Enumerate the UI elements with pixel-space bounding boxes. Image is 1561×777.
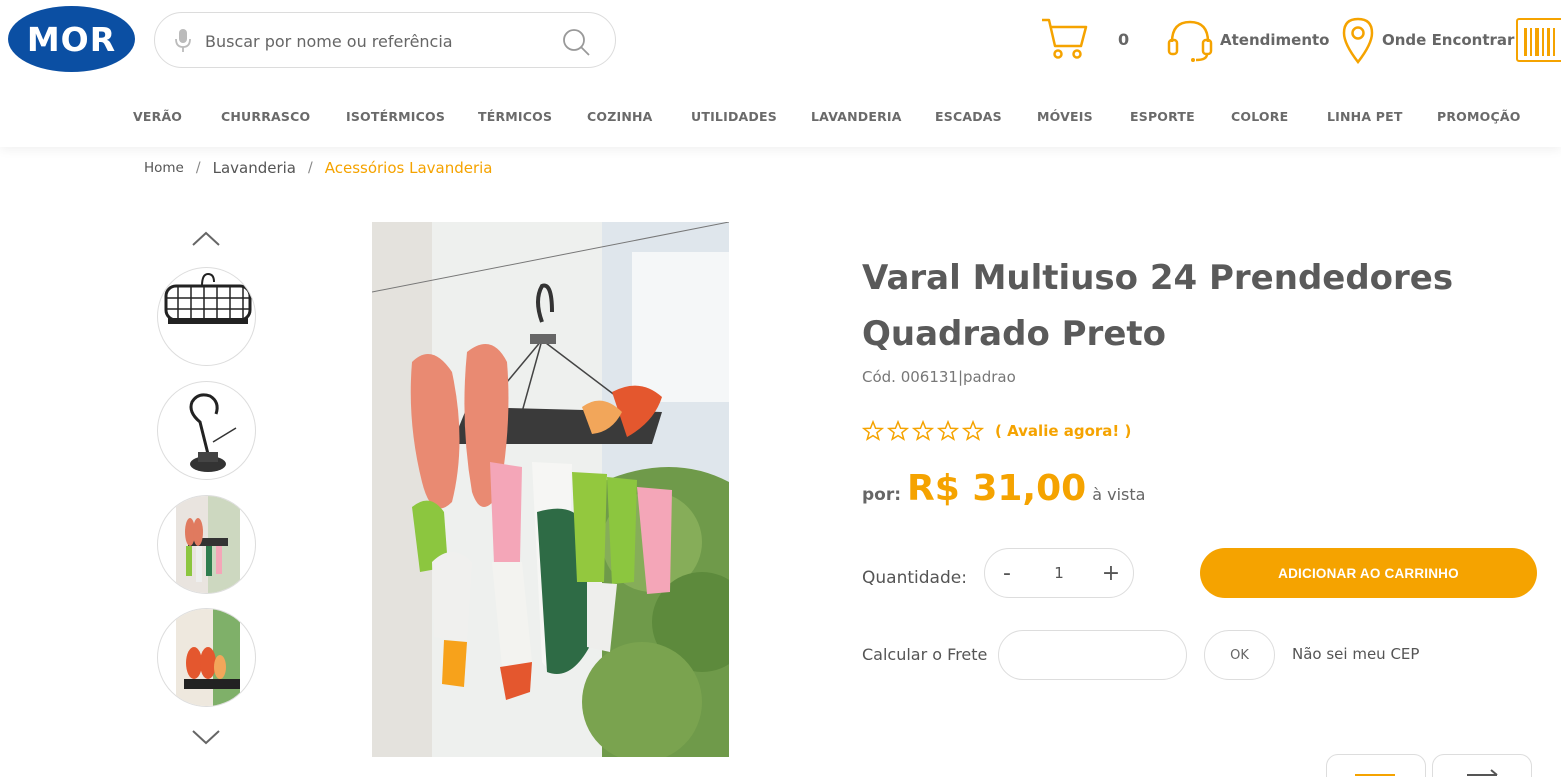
product-title: Varal Multiuso 24 Prendedores Quadrado P… xyxy=(862,258,1454,354)
breadcrumb-separator: / xyxy=(195,160,201,176)
breadcrumb-current: Acessórios Lavanderia xyxy=(324,159,493,177)
nav-promocao[interactable]: PROMOÇÃO xyxy=(1437,109,1521,124)
mor-logo[interactable]: MOR xyxy=(8,6,135,72)
nav-utilidades[interactable]: UTILIDADES xyxy=(691,109,777,124)
nav-linha-pet[interactable]: LINHA PET xyxy=(1327,109,1403,124)
nav-verao[interactable]: VERÃO xyxy=(133,109,182,124)
product-main-image[interactable] xyxy=(372,222,729,757)
star-icon[interactable] xyxy=(937,420,959,442)
breadcrumb-home[interactable]: Home xyxy=(144,160,184,176)
rating-stars: ( Avalie agora! ) xyxy=(862,420,1131,442)
main-nav: VERÃO CHURRASCO ISOTÉRMICOS TÉRMICOS COZ… xyxy=(112,100,1542,134)
chevron-down-icon[interactable] xyxy=(190,727,222,747)
price-row: por: R$ 31,00 à vista xyxy=(862,468,1145,509)
compare-button[interactable] xyxy=(1432,754,1532,777)
frete-label: Calcular o Frete xyxy=(862,645,988,664)
nav-churrasco[interactable]: CHURRASCO xyxy=(221,109,310,124)
nav-isotermicos[interactable]: ISOTÉRMICOS xyxy=(346,109,445,124)
nav-cozinha[interactable]: COZINHA xyxy=(587,109,653,124)
quantity-stepper: - 1 + xyxy=(984,548,1134,598)
nav-termicos[interactable]: TÉRMICOS xyxy=(478,109,552,124)
nav-esporte[interactable]: ESPORTE xyxy=(1130,109,1195,124)
avalie-agora-link[interactable]: ( Avalie agora! ) xyxy=(995,422,1131,440)
site-header: MOR 0 Atendimento xyxy=(0,0,1561,147)
nao-sei-cep-link[interactable]: Não sei meu CEP xyxy=(1292,645,1419,663)
logo-text: MOR xyxy=(26,19,117,59)
price-suffix: à vista xyxy=(1092,485,1146,504)
cart-button[interactable]: 0 xyxy=(1040,14,1129,64)
thumbnail-3[interactable] xyxy=(157,495,256,594)
quantity-value[interactable]: 1 xyxy=(1054,564,1064,582)
product-code: Cód. 006131|padrao xyxy=(862,368,1016,386)
cep-ok-button[interactable]: OK xyxy=(1204,630,1275,680)
quantity-increase-button[interactable]: + xyxy=(1101,561,1121,586)
cart-count: 0 xyxy=(1118,29,1130,49)
search-icon[interactable] xyxy=(561,27,591,57)
cart-icon xyxy=(1042,18,1088,59)
nav-moveis[interactable]: MÓVEIS xyxy=(1037,109,1093,124)
favorite-button[interactable] xyxy=(1326,754,1426,777)
barcode-icon[interactable] xyxy=(1516,18,1561,62)
thumbnail-4[interactable] xyxy=(157,608,256,707)
quantity-decrease-button[interactable]: - xyxy=(997,561,1017,586)
thumbnail-2[interactable] xyxy=(157,381,256,480)
breadcrumb-separator: / xyxy=(308,160,313,176)
star-icon[interactable] xyxy=(962,420,984,442)
star-icon[interactable] xyxy=(862,420,884,442)
thumbnail-1[interactable] xyxy=(157,267,256,366)
chevron-up-icon[interactable] xyxy=(190,228,222,248)
headset-icon xyxy=(1167,20,1213,62)
onde-encontrar-link[interactable]: Onde Encontrar xyxy=(1340,16,1514,64)
quantity-label: Quantidade: xyxy=(862,568,967,588)
nav-colore[interactable]: COLORE xyxy=(1231,109,1288,124)
breadcrumb-lavanderia[interactable]: Lavanderia xyxy=(213,159,296,177)
nav-escadas[interactable]: ESCADAS xyxy=(935,109,1002,124)
location-pin-icon xyxy=(1342,17,1374,64)
atendimento-label: Atendimento xyxy=(1220,31,1330,49)
add-to-cart-button[interactable]: ADICIONAR AO CARRINHO xyxy=(1200,548,1537,598)
search-box xyxy=(154,12,616,68)
nav-lavanderia[interactable]: LAVANDERIA xyxy=(811,109,902,124)
microphone-icon[interactable] xyxy=(173,28,193,54)
breadcrumb: Home / Lavanderia / Acessórios Lavanderi… xyxy=(144,156,493,180)
star-icon[interactable] xyxy=(887,420,909,442)
star-icon[interactable] xyxy=(912,420,934,442)
onde-encontrar-label: Onde Encontrar xyxy=(1382,31,1515,49)
atendimento-link[interactable]: Atendimento xyxy=(1166,18,1329,62)
cep-input[interactable] xyxy=(998,630,1187,680)
search-input[interactable] xyxy=(205,23,555,59)
price-prefix: por: xyxy=(862,485,902,505)
price-value: R$ 31,00 xyxy=(907,468,1087,509)
